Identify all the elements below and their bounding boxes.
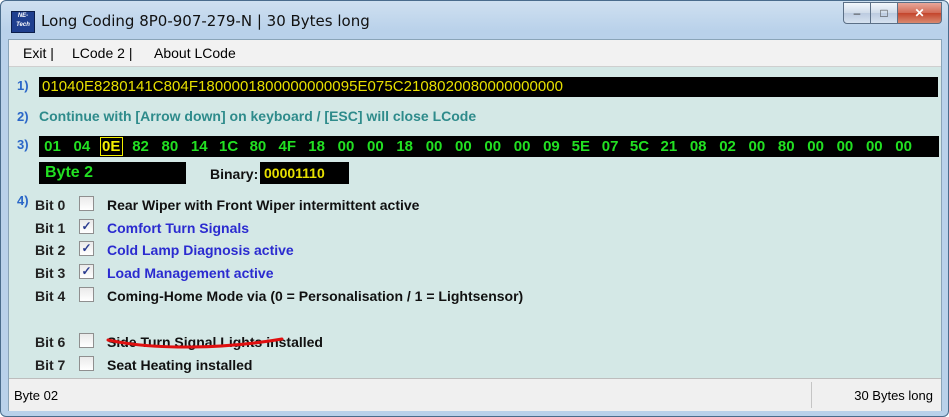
- byte-cell[interactable]: 00: [833, 138, 856, 155]
- bit-name: Bit 3: [35, 265, 66, 281]
- menu-about-lcode[interactable]: About LCode: [154, 45, 236, 61]
- byte-cell[interactable]: 18: [393, 138, 416, 155]
- status-length: 30 Bytes long: [854, 388, 933, 403]
- bit-name: Bit 6: [35, 334, 66, 350]
- byte-cell[interactable]: 80: [246, 138, 269, 155]
- step-4-label: 4): [17, 193, 29, 208]
- byte-cell[interactable]: 00: [335, 138, 358, 155]
- byte-cell[interactable]: 5E: [569, 138, 592, 155]
- minimize-icon: –: [853, 6, 861, 20]
- byte-cell[interactable]: 09: [540, 138, 563, 155]
- bit-name: Bit 0: [35, 197, 66, 213]
- bit-description: Rear Wiper with Front Wiper intermittent…: [107, 197, 420, 213]
- close-icon: ✕: [914, 6, 925, 20]
- bit-name: Bit 7: [35, 357, 66, 373]
- red-underline-annotation: [106, 337, 284, 349]
- byte-cell[interactable]: 14: [188, 138, 211, 155]
- binary-label: Binary:: [210, 166, 259, 182]
- bit-description: Seat Heating installed: [107, 357, 253, 373]
- ne-tech-icon: NE- Tech: [11, 11, 35, 33]
- byte-cell[interactable]: 00: [481, 138, 504, 155]
- bit-name: Bit 2: [35, 242, 66, 258]
- byte-cell[interactable]: 18: [305, 138, 328, 155]
- window-title: Long Coding 8P0-907-279-N | 30 Bytes lon…: [41, 12, 370, 30]
- status-divider: [811, 382, 812, 408]
- step-1-label: 1): [17, 78, 29, 93]
- byte-cell[interactable]: 00: [863, 138, 886, 155]
- client-area: Exit | LCode 2 | About LCode 1) 01 04 0E 82…: [8, 39, 942, 411]
- byte-cell[interactable]: 00: [364, 138, 387, 155]
- bit-checkbox[interactable]: ✓: [79, 219, 94, 234]
- maximize-button[interactable]: □: [871, 2, 898, 24]
- lcode-window: NE- Tech Long Coding 8P0-907-279-N | 30 …: [0, 0, 949, 417]
- instruction-hint: Continue with [Arrow down] on keyboard /…: [39, 108, 477, 124]
- byte-cell[interactable]: 1C: [217, 138, 240, 155]
- bit-name: Bit 1: [35, 220, 66, 236]
- menu-bar: Exit | LCode 2 | About LCode: [9, 40, 941, 67]
- byte-cell[interactable]: 00: [804, 138, 827, 155]
- byte-cell[interactable]: 00: [745, 138, 768, 155]
- app-icon-text-1: NE-: [17, 13, 29, 19]
- bit-checkbox[interactable]: [79, 356, 94, 371]
- bit-description: Cold Lamp Diagnosis active: [107, 242, 294, 258]
- bit-checkbox[interactable]: [79, 196, 94, 211]
- menu-exit[interactable]: Exit |: [23, 45, 54, 61]
- selected-byte-label: Byte 2: [39, 162, 186, 184]
- step-3-label: 3): [17, 137, 29, 152]
- step-2-label: 2): [17, 109, 29, 124]
- byte-cell[interactable]: 04: [70, 138, 93, 155]
- status-bar: Byte 02 30 Bytes long: [9, 378, 941, 411]
- bit-checkbox[interactable]: [79, 333, 94, 348]
- byte-cell[interactable]: 08: [687, 138, 710, 155]
- byte-cell[interactable]: 00: [892, 138, 915, 155]
- title-bar[interactable]: NE- Tech Long Coding 8P0-907-279-N | 30 …: [1, 1, 948, 39]
- maximize-icon: □: [880, 6, 888, 20]
- byte-cell[interactable]: 0E: [99, 137, 123, 156]
- byte-cell[interactable]: 00: [423, 138, 446, 155]
- byte-cell[interactable]: 21: [657, 138, 680, 155]
- bit-checkbox[interactable]: [79, 287, 94, 302]
- binary-value: 00001110: [260, 162, 349, 184]
- bit-description: Comfort Turn Signals: [107, 220, 250, 236]
- close-button[interactable]: ✕: [898, 2, 942, 24]
- byte-cell[interactable]: 01: [41, 138, 64, 155]
- byte-cell[interactable]: 80: [158, 138, 181, 155]
- byte-cell[interactable]: 00: [511, 138, 534, 155]
- bit-description: Load Management active: [107, 265, 274, 281]
- coding-hex-field[interactable]: 01040E8280141C804F1800001800000000095E07…: [39, 77, 938, 97]
- byte-cell[interactable]: 00: [452, 138, 475, 155]
- byte-cell[interactable]: 4F: [276, 138, 299, 155]
- byte-cell[interactable]: 07: [599, 138, 622, 155]
- bit-description: Coming-Home Mode via (0 = Personalisatio…: [107, 288, 524, 304]
- byte-cell[interactable]: 82: [129, 138, 152, 155]
- byte-selector: 01 04 0E 82 80 14 1C 80 4F 18 00 00 18 00 00 00 00 09 5E 07…: [39, 136, 939, 157]
- byte-cell[interactable]: 02: [716, 138, 739, 155]
- menu-lcode2[interactable]: LCode 2 |: [72, 45, 132, 61]
- status-byte: Byte 02: [14, 388, 59, 403]
- bit-name: Bit 4: [35, 288, 66, 304]
- byte-cell[interactable]: 80: [775, 138, 798, 155]
- byte-cell[interactable]: 5C: [628, 138, 651, 155]
- caption-buttons: – □ ✕: [843, 2, 942, 24]
- bit-checkbox[interactable]: ✓: [79, 264, 94, 279]
- minimize-button[interactable]: –: [843, 2, 871, 24]
- bit-checkbox[interactable]: ✓: [79, 241, 94, 256]
- app-icon-text-2: Tech: [16, 22, 30, 28]
